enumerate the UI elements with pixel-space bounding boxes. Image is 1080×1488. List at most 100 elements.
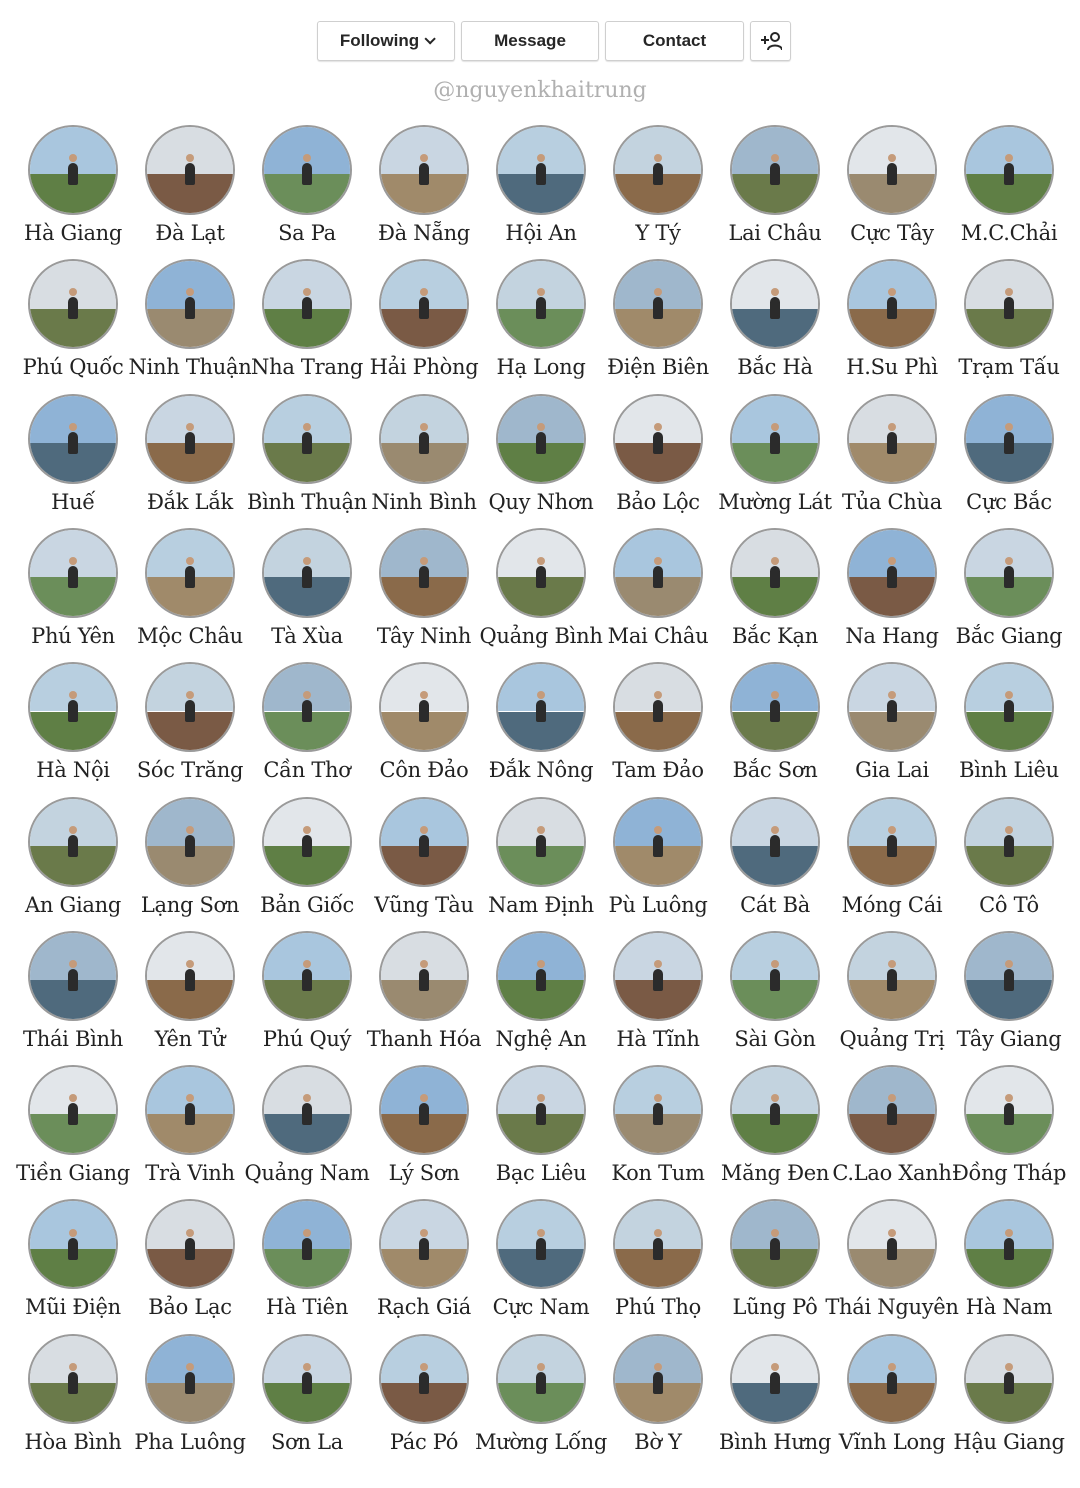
highlight-cover-image[interactable] [964, 125, 1054, 215]
highlight-cover-image[interactable] [145, 125, 235, 215]
highlight-cover-image[interactable] [496, 662, 586, 753]
highlight-cover-image[interactable] [496, 125, 586, 215]
highlight-cover-image[interactable] [964, 1199, 1054, 1290]
highlight-cover-image[interactable] [28, 662, 118, 753]
highlight-cover-image[interactable] [145, 259, 235, 350]
highlight-cover-image[interactable] [28, 930, 118, 1021]
highlight-cover-image[interactable] [145, 527, 235, 618]
highlight-cover-image[interactable] [28, 1199, 118, 1290]
highlight-cover-image[interactable] [379, 125, 469, 215]
highlight-cover-image[interactable] [730, 1333, 820, 1424]
highlight-cover-image[interactable] [379, 930, 469, 1021]
highlight-cover-image[interactable] [613, 259, 703, 350]
highlight-cover-image[interactable] [496, 1065, 586, 1156]
highlight-cover-image[interactable] [613, 1199, 703, 1290]
highlight-cover-image[interactable] [145, 930, 235, 1021]
highlight-cover-image[interactable] [730, 527, 820, 618]
highlight-cover-image[interactable] [28, 796, 118, 887]
highlight-cover-image[interactable] [379, 527, 469, 618]
highlight-cover-image[interactable] [847, 1333, 937, 1424]
highlight-cover-image[interactable] [262, 1333, 352, 1424]
highlight-cover-image[interactable] [28, 1333, 118, 1424]
highlight-cover-image[interactable] [613, 527, 703, 618]
story-highlight[interactable]: M.C.Chải [942, 125, 1076, 255]
highlight-cover-image[interactable] [964, 1333, 1054, 1424]
highlight-cover-image[interactable] [496, 1199, 586, 1290]
highlight-cover-image[interactable] [379, 1333, 469, 1424]
highlight-cover-image[interactable] [730, 393, 820, 484]
highlight-cover-image[interactable] [847, 125, 937, 215]
highlight-cover-image[interactable] [847, 796, 937, 887]
highlight-cover-image[interactable] [145, 662, 235, 753]
highlight-cover-image[interactable] [496, 259, 586, 350]
highlight-cover-image[interactable] [262, 259, 352, 350]
story-highlight[interactable]: Cô Tô [942, 796, 1076, 927]
highlight-cover-image[interactable] [379, 1065, 469, 1156]
highlight-cover-image[interactable] [730, 930, 820, 1021]
highlight-cover-image[interactable] [262, 125, 352, 215]
highlight-cover-image[interactable] [730, 662, 820, 753]
story-highlight[interactable]: Hà Nam [942, 1199, 1076, 1329]
highlight-cover-image[interactable] [847, 1065, 937, 1156]
highlight-cover-image[interactable] [496, 796, 586, 887]
highlight-cover-image[interactable] [262, 662, 352, 753]
highlight-cover-image[interactable] [262, 1199, 352, 1290]
highlight-cover-image[interactable] [262, 930, 352, 1021]
highlight-cover-image[interactable] [379, 796, 469, 887]
highlight-cover-image[interactable] [847, 527, 937, 618]
highlight-cover-image[interactable] [613, 930, 703, 1021]
highlight-cover-image[interactable] [496, 1333, 586, 1424]
highlight-cover-image[interactable] [379, 393, 469, 484]
highlight-cover-image[interactable] [379, 259, 469, 350]
highlight-cover-image[interactable] [145, 1333, 235, 1424]
highlight-cover-image[interactable] [730, 1065, 820, 1156]
highlight-cover-image[interactable] [379, 1199, 469, 1290]
highlight-cover-image[interactable] [964, 796, 1054, 887]
highlight-cover-image[interactable] [145, 1065, 235, 1156]
highlight-cover-image[interactable] [847, 662, 937, 753]
highlight-cover-image[interactable] [964, 527, 1054, 618]
highlight-cover-image[interactable] [496, 527, 586, 618]
highlight-cover-image[interactable] [613, 796, 703, 887]
highlight-cover-image[interactable] [964, 393, 1054, 484]
highlight-cover-image[interactable] [964, 1065, 1054, 1156]
highlight-cover-image[interactable] [730, 796, 820, 887]
story-highlight[interactable]: Bắc Giang [942, 527, 1076, 658]
highlight-cover-image[interactable] [379, 662, 469, 753]
highlight-cover-image[interactable] [28, 1065, 118, 1156]
highlight-cover-image[interactable] [730, 259, 820, 350]
highlight-cover-image[interactable] [28, 125, 118, 215]
highlight-cover-image[interactable] [262, 393, 352, 484]
highlight-cover-image[interactable] [145, 1199, 235, 1290]
story-highlight[interactable]: Tây Giang [942, 930, 1076, 1061]
story-highlight[interactable]: Cực Bắc [942, 393, 1076, 524]
highlight-cover-image[interactable] [496, 393, 586, 484]
highlight-cover-image[interactable] [613, 1065, 703, 1156]
highlight-cover-image[interactable] [964, 259, 1054, 350]
highlight-cover-image[interactable] [145, 796, 235, 887]
highlight-cover-image[interactable] [964, 930, 1054, 1021]
highlight-cover-image[interactable] [262, 796, 352, 887]
highlight-cover-image[interactable] [847, 393, 937, 484]
highlight-cover-image[interactable] [496, 930, 586, 1021]
highlight-cover-image[interactable] [964, 662, 1054, 753]
highlight-cover-image[interactable] [613, 1333, 703, 1424]
highlight-cover-image[interactable] [613, 662, 703, 753]
story-highlight[interactable]: Hậu Giang [942, 1333, 1076, 1464]
highlight-cover-image[interactable] [847, 259, 937, 350]
story-highlight[interactable]: Trạm Tấu [942, 259, 1076, 389]
highlight-cover-image[interactable] [613, 393, 703, 484]
highlight-cover-image[interactable] [145, 393, 235, 484]
highlight-cover-image[interactable] [730, 125, 820, 215]
highlight-cover-image[interactable] [28, 259, 118, 350]
highlight-cover-image[interactable] [730, 1199, 820, 1290]
highlight-cover-image[interactable] [262, 1065, 352, 1156]
highlight-cover-image[interactable] [613, 125, 703, 215]
story-highlight[interactable]: Bình Liêu [942, 662, 1076, 792]
highlight-cover-image[interactable] [28, 393, 118, 484]
highlight-cover-image[interactable] [847, 930, 937, 1021]
highlight-cover-image[interactable] [262, 527, 352, 618]
story-highlight[interactable]: Đồng Tháp [942, 1065, 1076, 1195]
highlight-cover-image[interactable] [847, 1199, 937, 1290]
highlight-cover-image[interactable] [28, 527, 118, 618]
